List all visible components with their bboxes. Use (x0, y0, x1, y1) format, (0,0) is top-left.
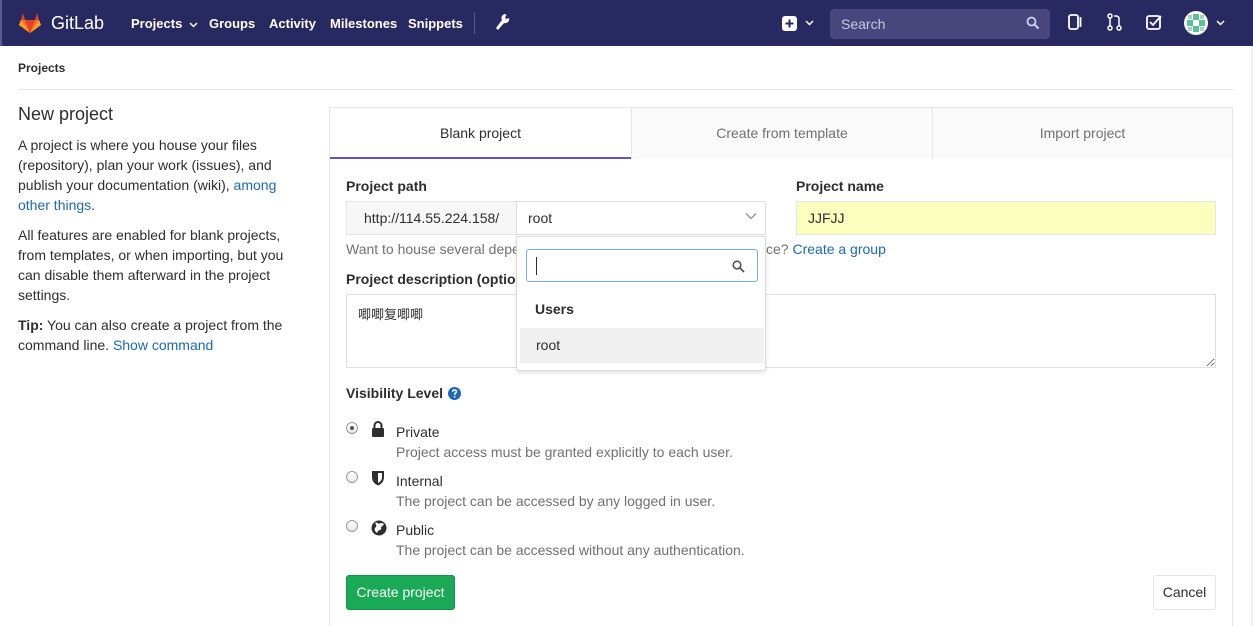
nav-activity[interactable]: Activity (269, 16, 316, 31)
shield-icon (372, 471, 384, 486)
search-field[interactable] (830, 9, 1050, 39)
top-navbar: GitLab Projects Groups Activity Mileston… (0, 0, 1253, 46)
page-title: New project (18, 104, 114, 124)
dropdown-section-users: Users (535, 301, 574, 317)
features-text: All features are enabled for blank proje… (18, 227, 284, 303)
tab-blank-project[interactable]: Blank project (330, 108, 631, 159)
avatar (1184, 11, 1208, 35)
nav-projects-label: Projects (131, 16, 183, 31)
project-type-tabs: Blank project Create from template Impor… (330, 108, 1232, 159)
breadcrumb-divider (18, 89, 1233, 90)
issues-icon[interactable] (1068, 13, 1083, 31)
merge-requests-icon[interactable] (1107, 13, 1122, 31)
visibility-internal-title: Internal (396, 473, 443, 489)
globe-icon (371, 520, 387, 536)
project-path-label: Project path (346, 178, 427, 194)
nav-divider (474, 12, 475, 34)
project-description-label: Project description (option (346, 271, 525, 287)
visibility-private-desc: Project access must be granted explicitl… (396, 444, 733, 460)
nav-groups[interactable]: Groups (209, 16, 255, 31)
group-help-text-end: ce? Create a group (766, 241, 886, 257)
visibility-private-radio[interactable] (346, 422, 358, 434)
chevron-down-icon (805, 20, 814, 26)
brand-name[interactable]: GitLab (51, 13, 104, 34)
dropdown-search-input[interactable] (526, 249, 758, 282)
chevron-down-icon (1216, 20, 1225, 26)
group-help-text: Want to house several depe (346, 241, 520, 257)
tab-create-from-template[interactable]: Create from template (631, 108, 932, 159)
nav-projects[interactable]: Projects (131, 16, 198, 31)
project-info-sidebar: New project A project is where you house… (18, 104, 300, 365)
nav-milestones[interactable]: Milestones (330, 16, 397, 31)
cancel-button[interactable]: Cancel (1153, 575, 1216, 610)
namespace-value: root (528, 210, 553, 226)
plus-square-icon (782, 15, 797, 31)
visibility-public-title: Public (396, 522, 435, 538)
project-description-input[interactable]: 唧唧复唧唧 (346, 294, 1216, 368)
show-command-link[interactable]: Show command (113, 337, 213, 353)
create-group-link[interactable]: Create a group (792, 241, 885, 257)
visibility-public-desc: The project can be accessed without any … (396, 542, 745, 558)
namespace-select[interactable]: root (516, 201, 766, 235)
wrench-icon[interactable] (494, 13, 510, 31)
intro-end: . (91, 197, 96, 213)
search-icon (732, 260, 745, 273)
url-prefix: http://114.55.224.158/ (346, 201, 516, 235)
project-name-label: Project name (796, 178, 884, 194)
create-project-button[interactable]: Create project (346, 575, 455, 610)
visibility-level-text: Visibility Level (346, 385, 444, 401)
todos-icon[interactable] (1146, 13, 1163, 31)
user-menu[interactable] (1184, 11, 1225, 35)
gitlab-logo-icon[interactable] (18, 12, 42, 34)
help-text-end: ce? (766, 241, 789, 257)
lock-icon (372, 421, 384, 437)
visibility-level-label: Visibility Level (346, 385, 462, 401)
tip-label: Tip: (18, 317, 44, 333)
text-cursor (536, 257, 537, 275)
breadcrumb[interactable]: Projects (18, 61, 65, 75)
tip-text: Tip: You can also create a project from … (18, 315, 300, 355)
project-description-text: A project is where you house your files … (18, 135, 300, 215)
search-icon (1026, 16, 1040, 30)
visibility-private-title: Private (396, 424, 440, 440)
visibility-internal-desc: The project can be accessed by any logge… (396, 493, 716, 509)
dropdown-item-root[interactable]: root (520, 328, 764, 363)
new-dropdown-button[interactable] (782, 14, 814, 31)
visibility-internal-radio[interactable] (346, 471, 358, 483)
nav-snippets[interactable]: Snippets (408, 16, 463, 31)
chevron-down-icon (189, 22, 198, 28)
window-edge (0, 0, 2, 46)
question-circle-icon[interactable] (448, 386, 462, 400)
namespace-dropdown: Users root (516, 236, 766, 371)
search-input[interactable] (839, 14, 1019, 34)
chevron-down-icon (745, 212, 757, 220)
visibility-public-radio[interactable] (346, 520, 358, 532)
project-name-input[interactable] (796, 201, 1216, 235)
tab-import-project[interactable]: Import project (932, 108, 1232, 159)
